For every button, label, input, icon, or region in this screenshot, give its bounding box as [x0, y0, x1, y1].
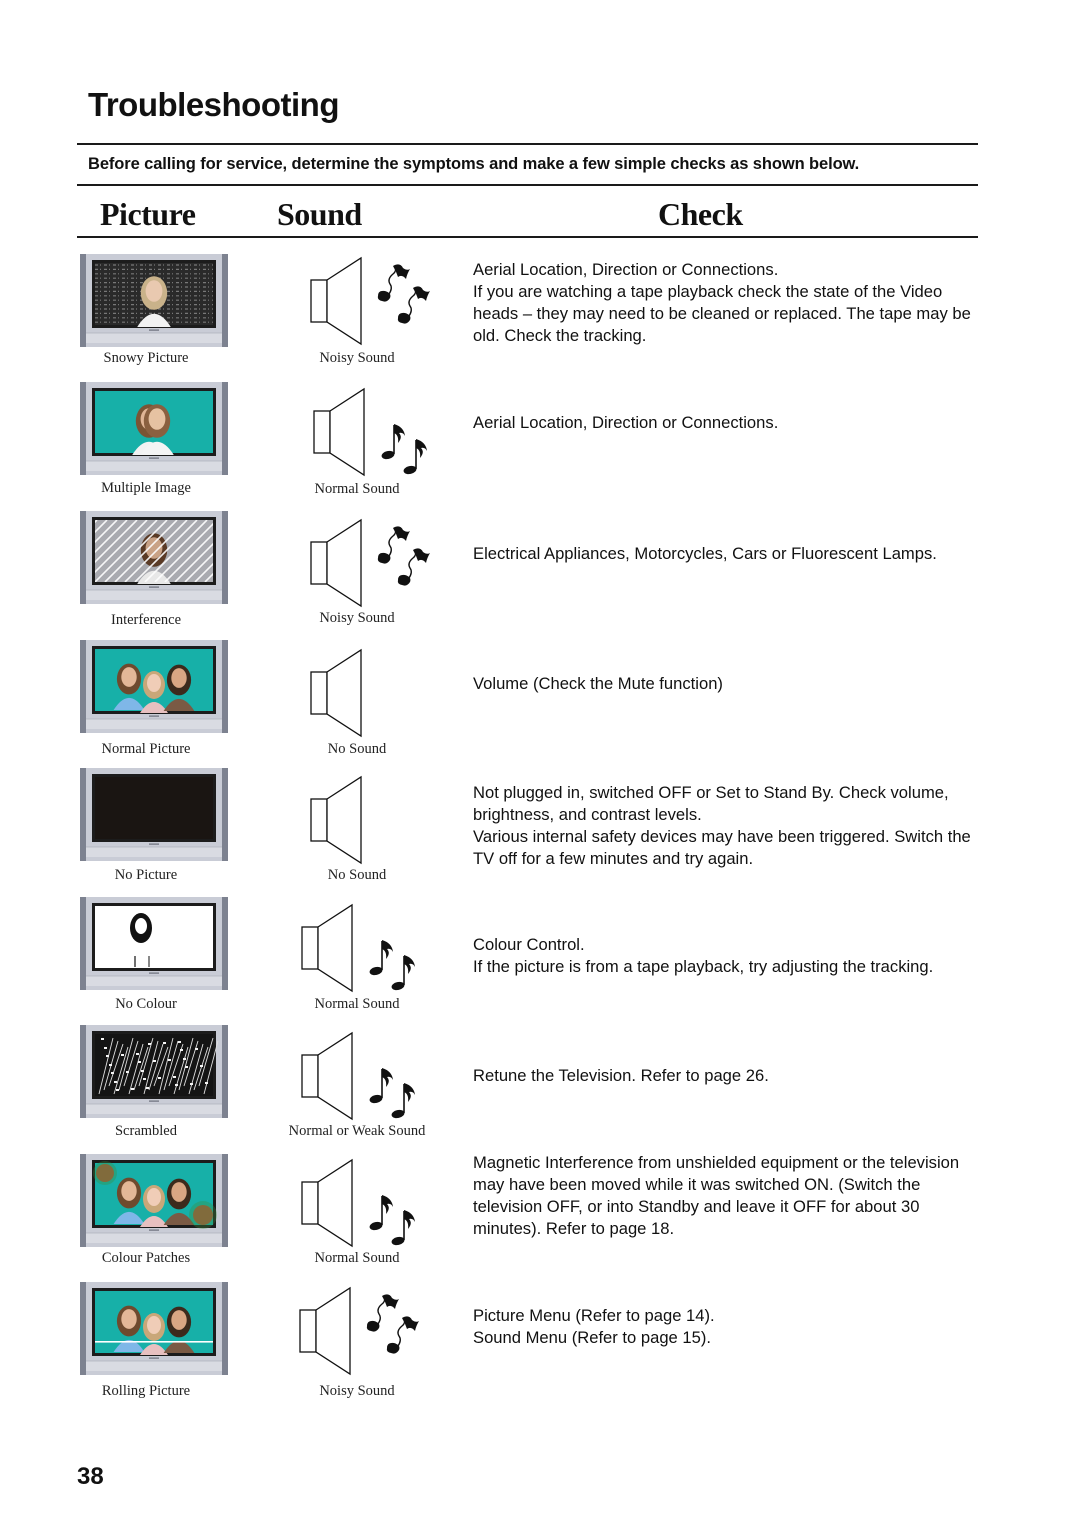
check-text: Aerial Location, Direction or Connection…	[473, 412, 973, 434]
picture-symptom-label: No Colour	[115, 996, 177, 1012]
sound-symptom-label: Normal Sound	[314, 481, 400, 497]
check-paragraph: Various internal safety devices may have…	[473, 827, 971, 868]
picture-symptom-label: Colour Patches	[101, 1250, 191, 1266]
check-text: Electrical Appliances, Motorcycles, Cars…	[473, 543, 973, 565]
column-header-check: Check	[658, 196, 743, 232]
divider	[77, 184, 978, 186]
sound-symptom-image	[296, 1031, 436, 1121]
sound-symptom-image	[305, 518, 445, 608]
picture-symptom-image	[79, 896, 229, 991]
speaker-noisy-notes-icon	[299, 1286, 419, 1376]
check-paragraph: Magnetic Interference from unshielded eq…	[473, 1153, 960, 1238]
check-paragraph: If the picture is from a tape playback, …	[473, 957, 934, 976]
picture-symptom-label: Normal Picture	[101, 741, 191, 757]
picture-symptom-label: Snowy Picture	[103, 350, 189, 366]
sound-symptom-image	[308, 387, 448, 477]
check-paragraph: Aerial Location, Direction or Connection…	[473, 260, 779, 279]
sound-symptom-label: No Sound	[327, 741, 387, 757]
check-paragraph: Volume (Check the Mute function)	[473, 674, 723, 693]
check-text: Magnetic Interference from unshielded eq…	[473, 1152, 973, 1240]
check-paragraph: Sound Menu (Refer to page 15).	[473, 1328, 711, 1347]
sound-symptom-label: Normal or Weak Sound	[288, 1123, 426, 1139]
tv-rolling-picture-icon	[80, 1282, 228, 1375]
picture-symptom-image	[79, 639, 229, 734]
tv-multiple-image-icon	[80, 382, 228, 475]
sound-symptom-image	[305, 256, 445, 346]
sound-symptom-label: No Sound	[327, 867, 387, 883]
column-header-sound: Sound	[277, 196, 362, 232]
sound-symptom-label: Noisy Sound	[319, 1383, 395, 1399]
speaker-normal-notes-icon	[301, 1158, 415, 1248]
picture-symptom-label: Interference	[110, 612, 182, 628]
picture-symptom-label: Rolling Picture	[101, 1383, 191, 1399]
page-title: Troubleshooting	[88, 86, 339, 123]
sound-symptom-label: Normal Sound	[314, 996, 400, 1012]
speaker-normal-notes-icon	[301, 1031, 415, 1121]
tv-no-picture-icon	[80, 768, 228, 861]
speaker-silent-icon	[310, 775, 362, 865]
sound-symptom-image	[305, 648, 445, 738]
picture-symptom-image	[79, 767, 229, 862]
sound-symptom-label: Noisy Sound	[319, 350, 395, 366]
tv-interference-icon	[80, 511, 228, 604]
divider	[77, 236, 978, 238]
intro-text: Before calling for service, determine th…	[88, 155, 860, 173]
tv-snowy-picture-icon	[80, 254, 228, 347]
check-paragraph: Aerial Location, Direction or Connection…	[473, 413, 779, 432]
tv-scrambled-icon	[80, 1025, 228, 1118]
sound-symptom-label: Noisy Sound	[319, 610, 395, 626]
check-text: Volume (Check the Mute function)	[473, 673, 973, 695]
check-paragraph: Retune the Television. Refer to page 26.	[473, 1066, 769, 1085]
check-text: Retune the Television. Refer to page 26.	[473, 1065, 973, 1087]
picture-symptom-image	[79, 381, 229, 476]
tv-normal-picture-icon	[80, 640, 228, 733]
picture-symptom-image	[79, 253, 229, 348]
sound-symptom-image	[305, 775, 445, 865]
sound-symptom-image	[296, 903, 436, 993]
check-paragraph: Colour Control.	[473, 935, 585, 954]
speaker-normal-notes-icon	[313, 387, 427, 477]
check-paragraph: Picture Menu (Refer to page 14).	[473, 1306, 715, 1325]
sound-symptom-image	[296, 1158, 436, 1248]
picture-symptom-image	[79, 1024, 229, 1119]
sound-symptom-image	[294, 1286, 434, 1376]
check-text: Not plugged in, switched OFF or Set to S…	[473, 782, 973, 870]
speaker-noisy-notes-icon	[310, 518, 430, 608]
check-text: Picture Menu (Refer to page 14). Sound Me…	[473, 1305, 973, 1349]
check-text: Aerial Location, Direction or Connection…	[473, 259, 973, 347]
check-text: Colour Control. If the picture is from a …	[473, 934, 973, 978]
speaker-silent-icon	[310, 648, 362, 738]
picture-symptom-image	[79, 1153, 229, 1248]
sound-symptom-label: Normal Sound	[314, 1250, 400, 1266]
picture-symptom-label: Scrambled	[114, 1123, 177, 1139]
page-number: 38	[77, 1463, 104, 1490]
picture-symptom-label: No Picture	[114, 867, 178, 883]
speaker-normal-notes-icon	[301, 903, 415, 993]
picture-symptom-image	[79, 510, 229, 605]
speaker-noisy-notes-icon	[310, 256, 430, 346]
check-paragraph: Not plugged in, switched OFF or Set to S…	[473, 783, 949, 824]
picture-symptom-label: Multiple Image	[101, 480, 191, 496]
column-header-picture: Picture	[100, 196, 196, 232]
tv-no-colour-icon	[80, 897, 228, 990]
picture-symptom-image	[79, 1281, 229, 1376]
divider	[77, 143, 978, 145]
check-paragraph: If you are watching a tape playback chec…	[473, 282, 971, 345]
check-paragraph: Electrical Appliances, Motorcycles, Cars…	[473, 544, 937, 563]
tv-colour-patches-icon	[80, 1154, 228, 1247]
